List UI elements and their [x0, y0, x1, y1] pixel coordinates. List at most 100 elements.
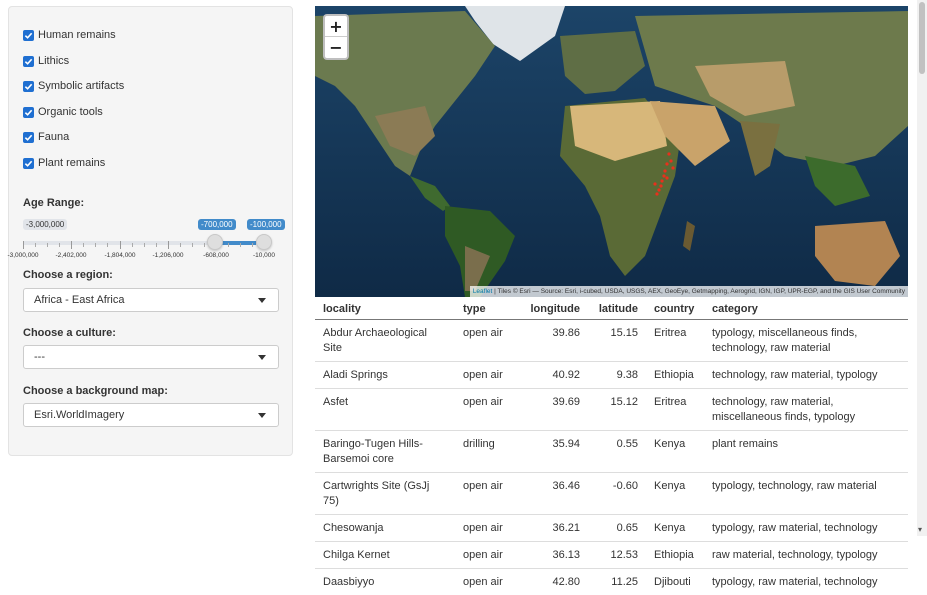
checkbox-checked-icon[interactable]	[23, 158, 34, 169]
leaflet-link[interactable]: Leaflet	[473, 288, 493, 295]
table-row[interactable]: Aladi Springs open air 40.92 9.38 Ethiop…	[315, 362, 908, 389]
cell-country: Kenya	[646, 515, 704, 542]
cell-type: open air	[455, 473, 518, 515]
cell-longitude: 36.21	[518, 515, 588, 542]
page-scrollbar[interactable]: ▾	[917, 0, 927, 536]
table-row[interactable]: Daasbiyyo open air 42.80 11.25 Djibouti …	[315, 569, 908, 595]
cell-locality: Asfet	[315, 389, 455, 431]
cell-latitude: 9.38	[588, 362, 646, 389]
sites-table: locality type longitude latitude country…	[315, 297, 908, 595]
checkbox-organic-tools[interactable]: Organic tools	[23, 104, 103, 120]
zoom-control: + −	[323, 14, 349, 60]
checkbox-checked-icon[interactable]	[23, 132, 34, 143]
column-header-type[interactable]: type	[455, 297, 518, 320]
cell-type: open air	[455, 320, 518, 362]
slider-tick-label: -1,206,000	[152, 252, 183, 259]
cell-locality: Cartwrights Site (GsJj 75)	[315, 473, 455, 515]
cell-type: open air	[455, 362, 518, 389]
table-row[interactable]: Cartwrights Site (GsJj 75) open air 36.4…	[315, 473, 908, 515]
culture-label: Choose a culture:	[23, 327, 116, 339]
cell-type: open air	[455, 515, 518, 542]
cell-category: typology, raw material, technology	[704, 515, 908, 542]
cell-country: Kenya	[646, 473, 704, 515]
table-row[interactable]: Chesowanja open air 36.21 0.65 Kenya typ…	[315, 515, 908, 542]
slider-tick-label: -3,000,000	[7, 252, 38, 259]
cell-country: Ethiopia	[646, 542, 704, 569]
age-range-from-bubble: -700,000	[198, 219, 236, 230]
cell-category: technology, raw material, miscellaneous …	[704, 389, 908, 431]
slider-ticks	[23, 241, 265, 249]
cell-latitude: -0.60	[588, 473, 646, 515]
cell-category: typology, miscellaneous finds, technolog…	[704, 320, 908, 362]
cell-locality: Chesowanja	[315, 515, 455, 542]
region-select[interactable]: Africa - East Africa	[23, 288, 279, 312]
column-header-category[interactable]: category	[704, 297, 908, 320]
zoom-in-button[interactable]: +	[325, 16, 347, 37]
column-header-country[interactable]: country	[646, 297, 704, 320]
cell-locality: Aladi Springs	[315, 362, 455, 389]
checkbox-fauna[interactable]: Fauna	[23, 129, 69, 145]
cell-longitude: 36.13	[518, 542, 588, 569]
age-range-slider[interactable]: -3,000,000 -700,000 -100,000 -3,000,000 …	[9, 215, 279, 265]
background-map-label: Choose a background map:	[23, 385, 168, 397]
checkbox-plant-remains[interactable]: Plant remains	[23, 155, 105, 171]
culture-select[interactable]: ---	[23, 345, 279, 369]
cell-latitude: 11.25	[588, 569, 646, 595]
table-row[interactable]: Baringo-Tugen Hills-Barsemoi core drilli…	[315, 431, 908, 473]
cell-type: drilling	[455, 431, 518, 473]
cell-category: technology, raw material, typology	[704, 362, 908, 389]
cell-category: typology, technology, raw material	[704, 473, 908, 515]
filter-panel: Human remains Lithics Symbolic artifacts…	[8, 6, 293, 456]
cell-locality: Chilga Kernet	[315, 542, 455, 569]
background-map-select[interactable]: Esri.WorldImagery	[23, 403, 279, 427]
cell-latitude: 0.65	[588, 515, 646, 542]
satellite-imagery[interactable]	[315, 6, 908, 297]
slider-tick-label: -1,804,000	[104, 252, 135, 259]
checkbox-lithics[interactable]: Lithics	[23, 53, 69, 69]
slider-tick-label: -10,000	[253, 252, 275, 259]
table-row[interactable]: Asfet open air 39.69 15.12 Eritrea techn…	[315, 389, 908, 431]
column-header-latitude[interactable]: latitude	[588, 297, 646, 320]
zoom-out-button[interactable]: −	[325, 37, 347, 58]
chevron-down-icon[interactable]	[258, 413, 266, 418]
world-map[interactable]: + − Leaflet | Tiles © Esri — Source: Esr…	[315, 6, 908, 297]
cell-category: plant remains	[704, 431, 908, 473]
age-range-to-bubble: -100,000	[247, 219, 285, 230]
cell-country: Eritrea	[646, 389, 704, 431]
cell-latitude: 15.15	[588, 320, 646, 362]
cell-latitude: 15.12	[588, 389, 646, 431]
age-range-label: Age Range:	[23, 197, 84, 209]
column-header-locality[interactable]: locality	[315, 297, 455, 320]
cell-type: open air	[455, 542, 518, 569]
checkbox-label: Lithics	[38, 55, 69, 67]
checkbox-checked-icon[interactable]	[23, 30, 34, 41]
attribution-text: | Tiles © Esri — Source: Esri, i-cubed, …	[492, 288, 905, 295]
chevron-down-icon[interactable]	[258, 355, 266, 360]
cell-longitude: 42.80	[518, 569, 588, 595]
checkbox-symbolic-artifacts[interactable]: Symbolic artifacts	[23, 78, 124, 94]
cell-locality: Baringo-Tugen Hills-Barsemoi core	[315, 431, 455, 473]
cell-country: Kenya	[646, 431, 704, 473]
cell-latitude: 12.53	[588, 542, 646, 569]
scroll-down-arrow-icon[interactable]: ▾	[918, 525, 922, 534]
checkbox-human-remains[interactable]: Human remains	[23, 27, 116, 43]
chevron-down-icon[interactable]	[258, 298, 266, 303]
checkbox-checked-icon[interactable]	[23, 81, 34, 92]
checkbox-label: Plant remains	[38, 157, 105, 169]
slider-tick-label: -608,000	[203, 252, 229, 259]
slider-to-handle[interactable]	[256, 234, 272, 250]
cell-type: open air	[455, 389, 518, 431]
checkbox-checked-icon[interactable]	[23, 107, 34, 118]
slider-from-handle[interactable]	[207, 234, 223, 250]
table-row[interactable]: Abdur Archaeological Site open air 39.86…	[315, 320, 908, 362]
cell-latitude: 0.55	[588, 431, 646, 473]
table-row[interactable]: Chilga Kernet open air 36.13 12.53 Ethio…	[315, 542, 908, 569]
column-header-longitude[interactable]: longitude	[518, 297, 588, 320]
scrollbar-thumb[interactable]	[919, 2, 925, 74]
culture-select-value: ---	[34, 351, 45, 363]
cell-type: open air	[455, 569, 518, 595]
age-range-min-label: -3,000,000	[23, 219, 67, 230]
cell-country: Eritrea	[646, 320, 704, 362]
checkbox-checked-icon[interactable]	[23, 56, 34, 67]
cell-longitude: 36.46	[518, 473, 588, 515]
